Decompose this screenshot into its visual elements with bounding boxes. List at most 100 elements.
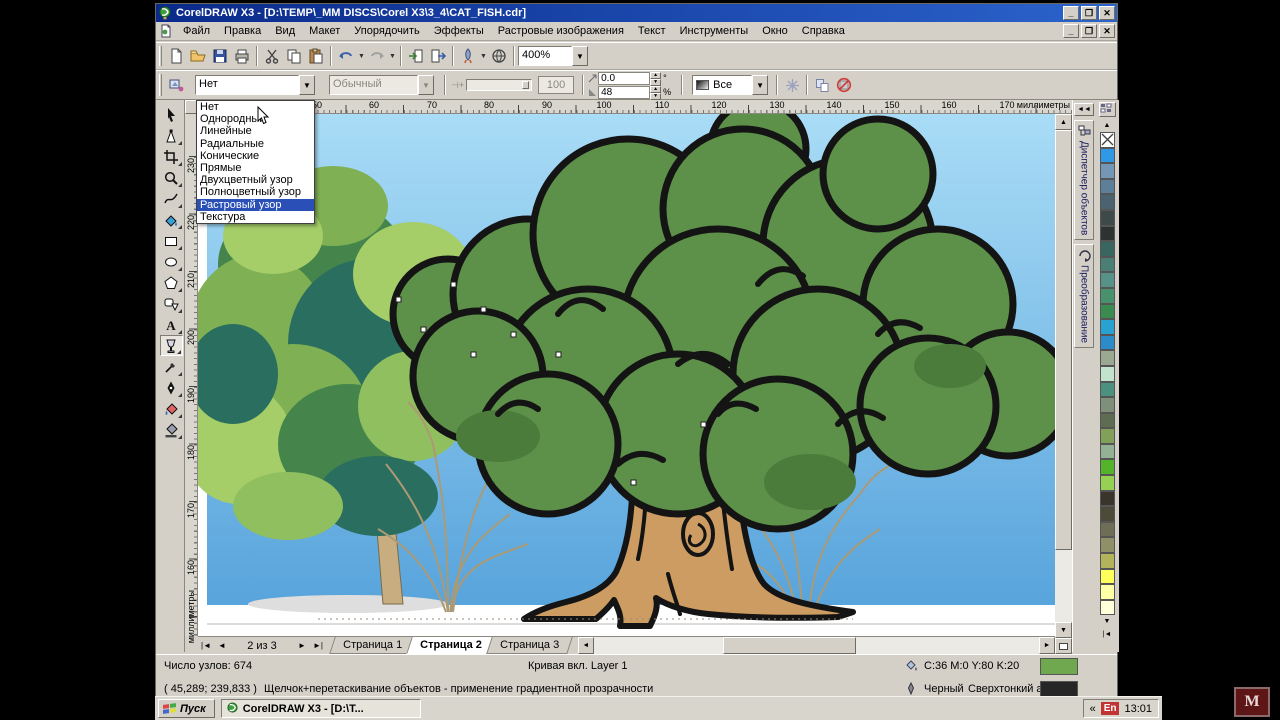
- menu-bitmaps[interactable]: Растровые изображения: [491, 23, 631, 39]
- outline-pen-tool[interactable]: [160, 377, 183, 398]
- cut-button[interactable]: [261, 45, 283, 67]
- no-transparency-button[interactable]: [833, 74, 855, 96]
- palette-options-button[interactable]: [1099, 102, 1116, 117]
- language-indicator[interactable]: En: [1101, 702, 1120, 715]
- color-swatch[interactable]: [1100, 553, 1115, 569]
- color-swatch[interactable]: [1100, 475, 1115, 491]
- print-button[interactable]: [231, 45, 253, 67]
- color-swatch[interactable]: [1100, 506, 1115, 522]
- transparency-type-arrow-icon[interactable]: ▼: [299, 75, 315, 95]
- rectangle-tool[interactable]: [160, 230, 183, 251]
- horizontal-scroll-thumb[interactable]: [723, 637, 856, 654]
- dropdown-item-selected[interactable]: Растровый узор: [197, 199, 314, 211]
- paste-button[interactable]: [305, 45, 327, 67]
- no-color-swatch[interactable]: [1100, 132, 1115, 148]
- interactive-transparency-tool[interactable]: [160, 335, 183, 356]
- page-tab-2[interactable]: Страница 2: [406, 637, 495, 654]
- first-page-icon[interactable]: |◄: [198, 637, 214, 654]
- navigator-button[interactable]: [1055, 638, 1072, 654]
- color-swatch[interactable]: [1100, 335, 1115, 351]
- tray-collapse-icon[interactable]: «: [1090, 703, 1096, 715]
- zoom-tool[interactable]: [160, 167, 183, 188]
- drawing-canvas[interactable]: [198, 114, 1055, 636]
- transparency-type-value[interactable]: Нет: [195, 75, 299, 95]
- close-button[interactable]: ✕: [1099, 6, 1115, 20]
- title-bar[interactable]: CorelDRAW X3 - [D:\TEMP\_MM DISCS\Corel …: [156, 4, 1117, 22]
- color-swatch[interactable]: [1100, 366, 1115, 382]
- zoom-level-combo[interactable]: 400% ▼: [518, 46, 588, 66]
- transparency-type-combo[interactable]: Нет ▼: [195, 75, 315, 95]
- color-swatch[interactable]: [1100, 241, 1115, 257]
- color-swatch[interactable]: [1100, 569, 1115, 585]
- color-swatch[interactable]: [1100, 413, 1115, 429]
- crop-tool[interactable]: [160, 146, 183, 167]
- color-swatch[interactable]: [1100, 179, 1115, 195]
- copy-button[interactable]: [283, 45, 305, 67]
- start-button[interactable]: Пуск: [158, 699, 215, 718]
- color-swatch[interactable]: [1100, 210, 1115, 226]
- spin-up-icon[interactable]: ▲: [650, 72, 661, 79]
- zoom-combo-arrow-icon[interactable]: ▼: [572, 46, 588, 66]
- undo-button[interactable]: [335, 45, 357, 67]
- color-swatch[interactable]: [1100, 444, 1115, 460]
- palette-scroll-up-icon[interactable]: ▲: [1100, 119, 1115, 132]
- menu-effects[interactable]: Эффекты: [427, 23, 491, 39]
- transparency-target-arrow-icon[interactable]: ▼: [752, 75, 768, 95]
- export-button[interactable]: [427, 45, 449, 67]
- docker-collapse-button[interactable]: ◄◄: [1074, 103, 1094, 116]
- color-swatch[interactable]: [1100, 304, 1115, 320]
- smart-fill-tool[interactable]: [160, 209, 183, 230]
- dropdown-item[interactable]: Линейные: [197, 125, 314, 137]
- menu-tools[interactable]: Инструменты: [673, 23, 756, 39]
- angle-field[interactable]: 0.0: [598, 72, 650, 85]
- fill-tool[interactable]: [160, 398, 183, 419]
- dropdown-item[interactable]: Двухцветный узор: [197, 174, 314, 186]
- mdi-close-button[interactable]: ✕: [1099, 24, 1115, 38]
- color-swatch[interactable]: [1100, 226, 1115, 242]
- dropdown-item[interactable]: Конические: [197, 150, 314, 162]
- palette-scroll-down-icon[interactable]: ▼: [1100, 615, 1115, 628]
- menu-arrange[interactable]: Упорядочить: [347, 23, 426, 39]
- transparency-operation-combo[interactable]: Обычный ▼: [329, 75, 434, 95]
- undo-dropdown-arrow[interactable]: ▼: [357, 45, 366, 67]
- ellipse-tool[interactable]: [160, 251, 183, 272]
- menu-file[interactable]: Файл: [176, 23, 217, 39]
- pick-tool[interactable]: [160, 104, 183, 125]
- text-tool[interactable]: A: [160, 314, 183, 335]
- zoom-level-value[interactable]: 400%: [518, 46, 572, 66]
- dropdown-item[interactable]: Полноцветный узор: [197, 186, 314, 198]
- slider-thumb[interactable]: [522, 81, 529, 89]
- new-button[interactable]: [165, 45, 187, 67]
- redo-button[interactable]: [366, 45, 388, 67]
- color-swatch[interactable]: [1100, 537, 1115, 553]
- next-page-icon[interactable]: ►: [294, 637, 310, 654]
- color-swatch[interactable]: [1100, 319, 1115, 335]
- color-swatch[interactable]: [1100, 350, 1115, 366]
- palette-expand-icon[interactable]: |◄: [1100, 628, 1115, 641]
- interactive-fill-tool[interactable]: [160, 419, 183, 440]
- shape-tool[interactable]: [160, 125, 183, 146]
- docker-tab-transformation[interactable]: Преобразование: [1074, 244, 1094, 348]
- document-icon[interactable]: [159, 24, 173, 38]
- angle-spinner[interactable]: ▲▼: [650, 72, 661, 85]
- previous-page-icon[interactable]: ◄: [214, 637, 230, 654]
- polygon-tool[interactable]: [160, 272, 183, 293]
- basic-shapes-tool[interactable]: [160, 293, 183, 314]
- color-swatch[interactable]: [1100, 397, 1115, 413]
- scroll-down-icon[interactable]: ▼: [1055, 622, 1072, 638]
- spin-down-icon[interactable]: ▼: [650, 93, 661, 100]
- color-swatch[interactable]: [1100, 584, 1115, 600]
- mdi-minimize-button[interactable]: _: [1063, 24, 1079, 38]
- tool-preset-button[interactable]: [165, 74, 187, 96]
- copy-transparency-button[interactable]: [811, 74, 833, 96]
- menu-text[interactable]: Текст: [631, 23, 673, 39]
- color-swatch[interactable]: [1100, 600, 1115, 616]
- last-page-icon[interactable]: ►|: [310, 637, 326, 654]
- open-button[interactable]: [187, 45, 209, 67]
- page-tab-1[interactable]: Страница 1: [329, 637, 416, 654]
- color-swatch[interactable]: [1100, 257, 1115, 273]
- scroll-left-icon[interactable]: ◄: [578, 637, 594, 654]
- color-swatch[interactable]: [1100, 194, 1115, 210]
- color-swatch[interactable]: [1100, 272, 1115, 288]
- property-bar-grip[interactable]: [159, 74, 162, 96]
